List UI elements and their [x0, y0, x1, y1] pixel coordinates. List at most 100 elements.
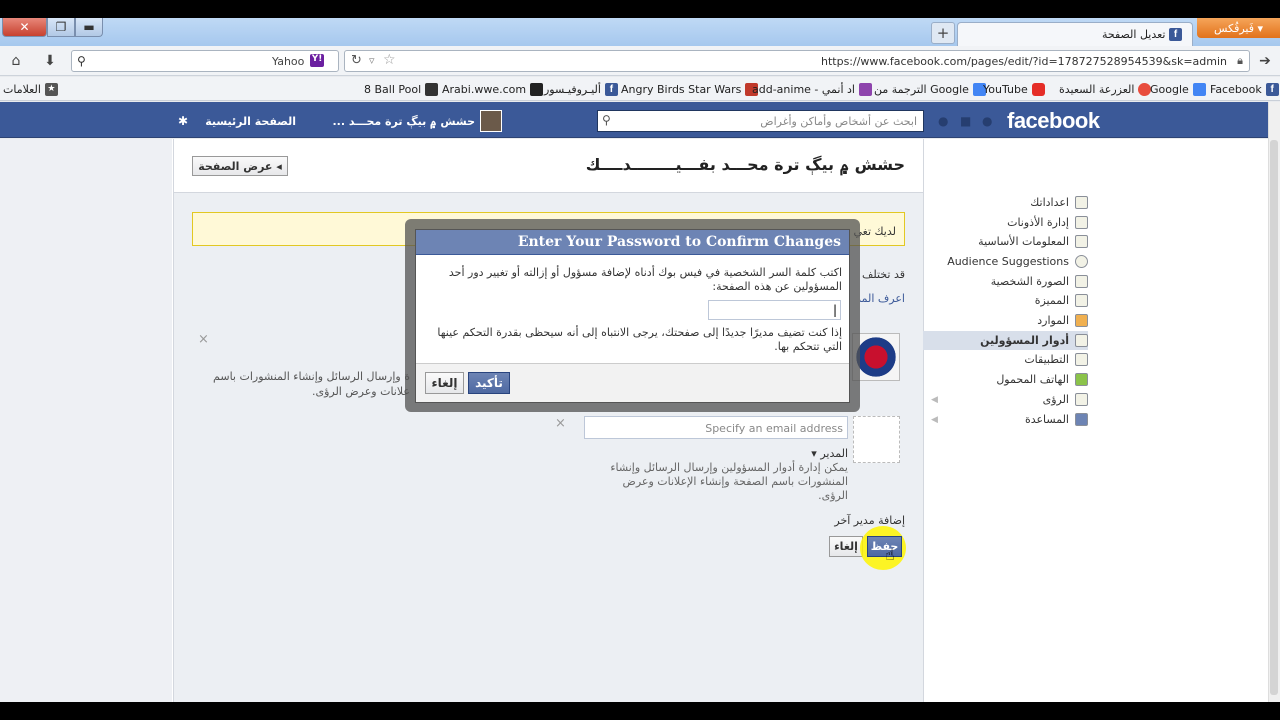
- password-input[interactable]: |: [708, 300, 841, 320]
- text-caret: |: [832, 303, 837, 317]
- download-icon: ⬇: [44, 53, 56, 69]
- page-avatar[interactable]: [480, 110, 502, 132]
- bookmarks-menu-label: العلامات: [3, 82, 41, 96]
- messages-icon[interactable]: ■: [960, 114, 971, 128]
- screen: ✕ ❐ ▬ فَيرفُكس ▾ تعديل الصفحة f + ⌂ ⬇ ⚲ …: [0, 0, 1280, 720]
- bookmark-9[interactable]: 8 Ball Pool: [364, 81, 439, 97]
- mobile-icon: [1075, 373, 1088, 386]
- dialog-warning: إذا كنت تضيف مديرًا جديدًا إلى صفحتك، ير…: [437, 326, 842, 353]
- arrow-right-icon: ➔: [1259, 53, 1271, 69]
- bookmark-3[interactable]: YouTube: [983, 81, 1045, 97]
- go-button[interactable]: ➔: [1253, 50, 1277, 72]
- settings-icon: [1075, 196, 1088, 209]
- sidebar-item-insights[interactable]: الرؤى: [1043, 390, 1088, 409]
- dialog-cancel-button[interactable]: إلغاء: [425, 372, 464, 394]
- search-icon: ⚲: [77, 54, 86, 68]
- learn-more-link[interactable]: اعرف المزي: [860, 292, 905, 305]
- firefox-menu-button[interactable]: فَيرفُكس ▾: [1197, 18, 1280, 38]
- remove-admin-icon[interactable]: ×: [198, 332, 209, 347]
- sidebar-item-mobile[interactable]: الهاتف المحمول: [996, 370, 1088, 389]
- sidebar-item-admin-roles[interactable]: أدوار المسؤولين: [923, 331, 1088, 350]
- home-button[interactable]: ⌂: [4, 50, 28, 72]
- apps-icon: [1075, 353, 1088, 366]
- dialog-instruction: اكتب كلمة السر الشخصية في فيس بوك أدناه …: [448, 266, 842, 293]
- remove-new-admin-icon[interactable]: ×: [555, 416, 566, 431]
- new-tab-button[interactable]: +: [931, 22, 955, 44]
- wwe-icon: [530, 82, 544, 96]
- bookmark-2[interactable]: العزرعة السعيدة: [1059, 81, 1152, 97]
- sidebar-item-resources[interactable]: الموارد: [1037, 311, 1088, 330]
- letterbox-bottom: [0, 702, 1280, 720]
- add-another-admin-link[interactable]: إضافة مدير آخر: [820, 514, 905, 527]
- notifications-icon[interactable]: ●: [938, 114, 948, 128]
- yahoo-icon: Y!: [310, 54, 324, 67]
- sidebar-item-label: اعداداتك: [1030, 196, 1069, 209]
- view-page-button[interactable]: عرض الصفحة ◂: [192, 156, 288, 176]
- address-bar[interactable]: ↻ ▿ ☆ https://www.facebook.com/pages/edi…: [344, 50, 1250, 72]
- window-minimize-button[interactable]: ▬: [75, 18, 103, 37]
- sidebar-item-featured[interactable]: المميزة: [1035, 291, 1088, 310]
- confirm-button[interactable]: تأكيد: [468, 372, 510, 394]
- star-icon: ★: [44, 82, 58, 96]
- downloads-button[interactable]: ⬇: [38, 50, 62, 72]
- sidebar-item-label: التطبيقات: [1024, 353, 1069, 366]
- bookmark-6[interactable]: Angry Birds Star Wars: [621, 81, 759, 97]
- window-close-button[interactable]: ✕: [2, 18, 47, 37]
- email-input[interactable]: Specify an email address: [584, 416, 848, 439]
- search-bar[interactable]: ⚲ Yahoo Y!: [71, 50, 339, 72]
- bookmark-1[interactable]: Google: [1150, 81, 1206, 97]
- help-icon: [1075, 413, 1088, 426]
- people-icon: [1075, 255, 1088, 268]
- friend-requests-icon[interactable]: ●: [982, 114, 992, 128]
- role-dropdown-label: المدير: [820, 447, 848, 460]
- youtube-icon: [1031, 82, 1045, 96]
- picture-icon: [1075, 275, 1088, 288]
- page-name-link[interactable]: حشش ۾ بيڳ ترة محـــد ...: [310, 115, 475, 128]
- search-icon: ⚲: [602, 113, 611, 127]
- sidebar-item-your-settings[interactable]: اعداداتك: [1030, 193, 1088, 212]
- sidebar-item-label: إدارة الأذونات: [1007, 216, 1069, 229]
- left-column: [0, 139, 172, 702]
- info-card-icon: [1075, 235, 1088, 248]
- featured-icon: [1075, 294, 1088, 307]
- window-maximize-button[interactable]: ❐: [47, 18, 75, 37]
- admin-roles-icon: [1075, 334, 1088, 347]
- bookmark-4[interactable]: الترجمة من Google: [874, 81, 986, 97]
- sidebar-item-permissions[interactable]: إدارة الأذونات: [1007, 213, 1088, 232]
- dropdown-icon[interactable]: ▿: [369, 54, 375, 67]
- home-link[interactable]: الصفحة الرئيسية: [200, 115, 296, 128]
- sidebar-item-audience[interactable]: Audience Suggestions: [947, 252, 1088, 271]
- bookmarks-menu[interactable]: العلامات ★: [3, 81, 58, 97]
- bookmark-label: Arabi.wwe.com: [442, 82, 527, 96]
- anime-icon: [859, 82, 872, 96]
- insights-chart-icon: [1075, 393, 1088, 406]
- facebook-icon: f: [604, 82, 618, 96]
- google-icon: [1192, 82, 1206, 96]
- sidebar-item-basic-info[interactable]: المعلومات الأساسية: [978, 232, 1088, 251]
- browser-tab[interactable]: تعديل الصفحة f: [957, 22, 1193, 46]
- facebook-logo[interactable]: facebook: [1007, 108, 1100, 134]
- scrollbar-thumb[interactable]: [1270, 140, 1278, 695]
- settings-gear-icon[interactable]: ✱: [178, 114, 188, 128]
- bookmark-8[interactable]: Arabi.wwe.com: [442, 81, 544, 97]
- sidebar-item-label: المعلومات الأساسية: [978, 235, 1069, 248]
- bookmark-star-icon[interactable]: ☆: [383, 52, 396, 68]
- role-dropdown[interactable]: المدير ▾: [760, 447, 848, 460]
- bookmark-7[interactable]: أليـروفيـسور f: [544, 81, 618, 97]
- bookmark-label: الترجمة من Google: [874, 82, 969, 96]
- sidebar-item-profile-picture[interactable]: الصورة الشخصية: [991, 272, 1088, 291]
- new-admin-avatar-placeholder: [853, 416, 900, 463]
- bookmark-5[interactable]: add-anime - اد أنمي: [752, 81, 872, 97]
- tab-title: تعديل الصفحة: [1101, 28, 1166, 41]
- home-icon: ⌂: [11, 53, 21, 69]
- cancel-button[interactable]: إلغاء: [829, 536, 863, 557]
- reload-icon[interactable]: ↻: [351, 53, 362, 68]
- bookmark-0[interactable]: Facebook f: [1210, 81, 1279, 97]
- sidebar-item-help[interactable]: المساعدة: [1025, 410, 1088, 429]
- facebook-search-input[interactable]: ⚲ ابحث عن أشخاص وأماكن وأغراض: [597, 110, 924, 132]
- sidebar-item-apps[interactable]: التطبيقات: [1024, 350, 1088, 369]
- lock-icon: [1075, 216, 1088, 229]
- sidebar-item-label: المساعدة: [1024, 413, 1069, 426]
- letterbox-top: [0, 0, 1280, 18]
- sidebar-item-label: الرؤى: [1042, 393, 1069, 406]
